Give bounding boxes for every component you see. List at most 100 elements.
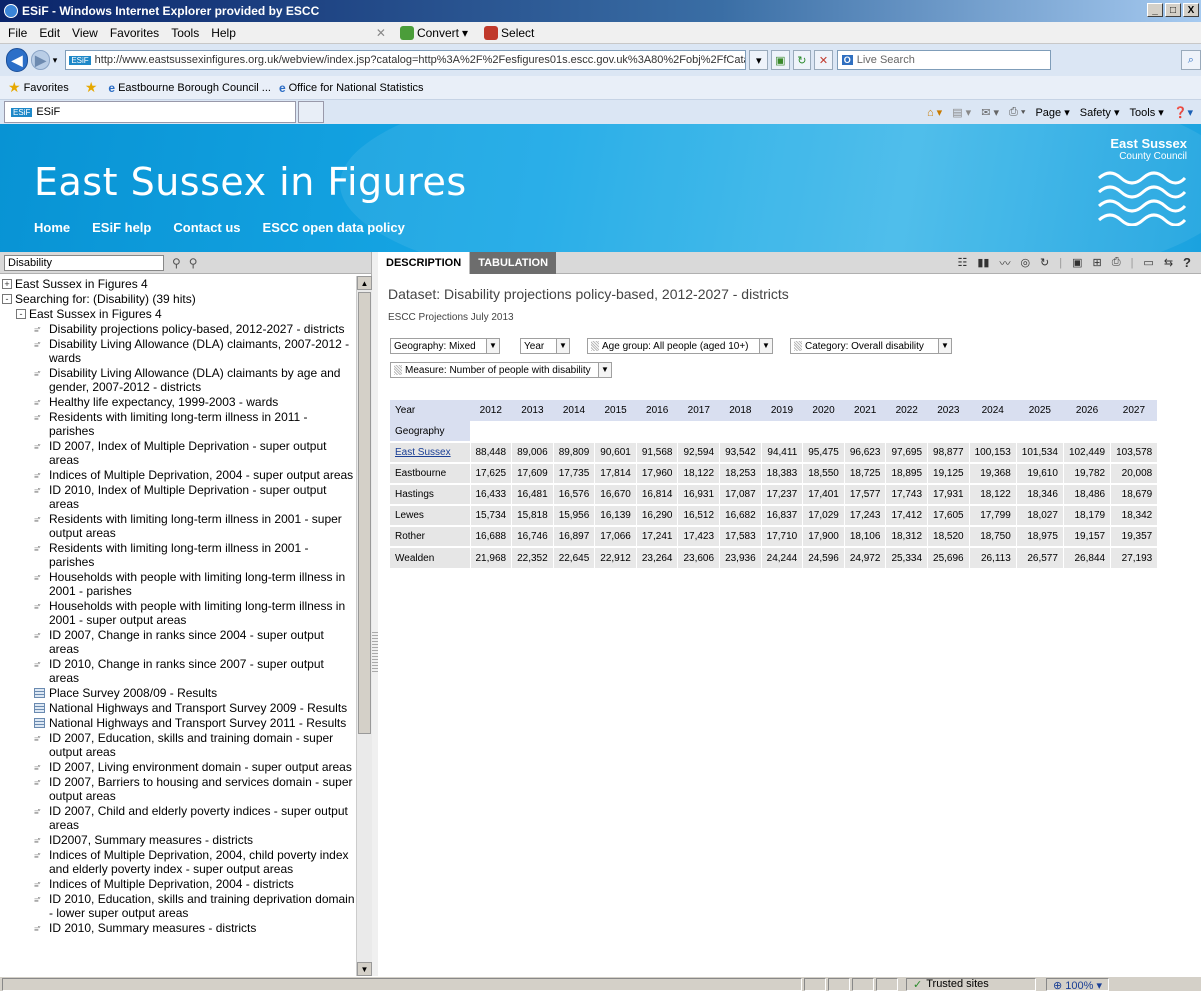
stop-icon[interactable]: ✕	[814, 50, 833, 70]
geography-link[interactable]: East Sussex	[395, 447, 451, 458]
dataset-item[interactable]: ≡″ ID 2007, Education, skills and trainin…	[2, 731, 356, 759]
refresh-view-icon[interactable]: ↻	[1040, 256, 1049, 269]
menu-view[interactable]: View	[72, 26, 98, 40]
search-go-icon[interactable]: ⌕	[1180, 50, 1201, 70]
line-chart-icon[interactable]: 〰	[999, 255, 1010, 271]
council-logo[interactable]: East Sussex County Council	[1037, 136, 1187, 226]
favorites-star-icon[interactable]: ★	[8, 79, 21, 96]
drag-handle-icon[interactable]	[394, 365, 402, 375]
security-zone[interactable]: ✓ Trusted sites	[906, 977, 1036, 991]
dataset-item[interactable]: ≡″ ID 2010, Education, skills and trainin…	[2, 892, 356, 920]
scroll-thumb[interactable]	[358, 292, 371, 734]
geography-dimension-label[interactable]: Geography	[390, 421, 470, 442]
mail-icon[interactable]: ✉ ▾	[981, 106, 999, 119]
browser-tab-current[interactable]: ESiF ESiF	[4, 101, 296, 123]
menu-tools[interactable]: Tools	[171, 26, 199, 40]
image-export-icon[interactable]: ▭	[1143, 256, 1153, 269]
nav-open-data-policy[interactable]: ESCC open data policy	[263, 220, 405, 235]
scroll-down-icon[interactable]: ▼	[357, 962, 372, 976]
dataset-item[interactable]: ≡″ ID 2007, Barriers to housing and servi…	[2, 775, 356, 803]
year-column-header[interactable]: 2016	[636, 400, 678, 421]
dataset-item[interactable]: ≡″ ID 2007, Change in ranks since 2004 - …	[2, 628, 356, 656]
tree-folder[interactable]: - East Sussex in Figures 4	[2, 307, 356, 321]
table-view-icon[interactable]: ☷	[957, 256, 967, 269]
year-dropdown[interactable]: Year ▼	[520, 338, 570, 354]
year-column-header[interactable]: 2013	[511, 400, 554, 421]
year-column-header[interactable]: 2025	[1016, 400, 1064, 421]
dataset-item[interactable]: ≡″ ID 2010, Change in ranks since 2007 - …	[2, 657, 356, 685]
map-icon[interactable]: ◎	[1020, 256, 1030, 269]
dataset-item[interactable]: National Highways and Transport Survey 2…	[2, 716, 356, 730]
export-icon[interactable]: ▣	[1072, 256, 1082, 269]
search-icon[interactable]: ⚲	[172, 256, 181, 270]
dataset-item[interactable]: ≡″ Disability Living Allowance (DLA) clai…	[2, 337, 356, 365]
favorites-button[interactable]: Favorites	[24, 82, 69, 94]
refresh-icon[interactable]: ↻	[792, 50, 812, 70]
tree-folder[interactable]: - Searching for: (Disability) (39 hits)	[2, 292, 356, 306]
safety-menu[interactable]: Safety ▾	[1080, 106, 1120, 119]
age-group-dropdown[interactable]: Age group: All people (aged 10+) ▼	[587, 338, 773, 354]
dataset-item[interactable]: ≡″ Households with people with limiting l…	[2, 599, 356, 627]
drag-handle-icon[interactable]	[591, 341, 599, 351]
year-column-header[interactable]: 2018	[719, 400, 762, 421]
back-button[interactable]: ◀	[6, 48, 29, 72]
compatibility-icon[interactable]: ▣	[771, 50, 790, 70]
home-icon[interactable]: ⌂ ▾	[927, 106, 942, 119]
dataset-item[interactable]: ≡″ ID 2007, Index of Multiple Deprivation…	[2, 439, 356, 467]
dataset-item[interactable]: ≡″ ID 2007, Child and elderly poverty ind…	[2, 804, 356, 832]
print-view-icon[interactable]: ⎙	[1112, 256, 1121, 269]
dataset-item[interactable]: ≡″ Disability Living Allowance (DLA) clai…	[2, 366, 356, 394]
menu-file[interactable]: File	[8, 26, 27, 40]
tree-folder[interactable]: + East Sussex in Figures 4	[2, 277, 356, 291]
year-column-header[interactable]: 2012	[470, 400, 512, 421]
drag-handle-icon[interactable]	[794, 341, 802, 351]
dataset-item[interactable]: ≡″ ID 2010, Index of Multiple Deprivation…	[2, 483, 356, 511]
nav-home[interactable]: Home	[34, 220, 70, 235]
expand-icon[interactable]: +	[2, 279, 12, 289]
scroll-up-icon[interactable]: ▲	[357, 276, 372, 290]
convert-button[interactable]: Convert ▾	[399, 25, 468, 40]
live-search-input[interactable]: O Live Search	[836, 50, 1051, 70]
year-column-header[interactable]: 2020	[802, 400, 845, 421]
forward-button[interactable]: ▶	[31, 50, 50, 70]
help-icon[interactable]: ❓▾	[1174, 106, 1193, 119]
tools-menu[interactable]: Tools ▾	[1130, 106, 1164, 119]
menu-help[interactable]: Help	[211, 26, 236, 40]
page-menu[interactable]: Page ▾	[1035, 106, 1069, 119]
tab-tabulation[interactable]: TABULATION	[470, 251, 557, 274]
year-column-header[interactable]: 2014	[553, 400, 595, 421]
new-tab-button[interactable]	[298, 101, 324, 123]
nav-contact-us[interactable]: Contact us	[173, 220, 240, 235]
weight-icon[interactable]: ⊞	[1093, 256, 1102, 269]
year-column-header[interactable]: 2021	[844, 400, 886, 421]
year-column-header[interactable]: 2026	[1063, 400, 1111, 421]
dataset-item[interactable]: ≡″ ID 2007, Living environment domain - s…	[2, 760, 356, 774]
dataset-item[interactable]: ≡″ Residents with limiting long-term illn…	[2, 410, 356, 438]
left-scrollbar[interactable]: ▲ ▼	[356, 276, 372, 976]
maximize-button[interactable]: □	[1165, 3, 1181, 17]
dataset-item[interactable]: ≡″ Residents with limiting long-term illn…	[2, 512, 356, 540]
bar-chart-icon[interactable]: ▮▮	[977, 256, 989, 269]
geography-dropdown[interactable]: Geography: Mixed ▼	[390, 338, 500, 354]
help-question-icon[interactable]: ?	[1183, 255, 1191, 270]
year-column-header[interactable]: 2019	[761, 400, 803, 421]
menu-edit[interactable]: Edit	[39, 26, 60, 40]
dataset-item[interactable]: ≡″ Residents with limiting long-term illn…	[2, 541, 356, 569]
select-button[interactable]: Select	[484, 25, 534, 40]
url-dropdown-button[interactable]: ▾	[749, 50, 769, 70]
collapse-icon[interactable]: -	[16, 309, 26, 319]
dataset-item[interactable]: ≡″ Households with people with limiting l…	[2, 570, 356, 598]
year-column-header[interactable]: 2022	[885, 400, 928, 421]
dataset-item[interactable]: ≡″ Indices of Multiple Deprivation, 2004,…	[2, 848, 356, 876]
history-dropdown-icon[interactable]: ▾	[53, 55, 58, 66]
tab-description[interactable]: DESCRIPTION	[378, 251, 471, 274]
fav-link-ons[interactable]: e Office for National Statistics	[279, 81, 424, 95]
category-dropdown[interactable]: Category: Overall disability ▼	[790, 338, 952, 354]
year-column-header[interactable]: 2023	[927, 400, 970, 421]
add-favorite-icon[interactable]: ★	[85, 79, 101, 96]
year-column-header[interactable]: 2015	[594, 400, 637, 421]
dataset-item[interactable]: ≡″ ID2007, Summary measures - districts	[2, 833, 356, 847]
year-column-header[interactable]: 2024	[969, 400, 1017, 421]
measure-dropdown[interactable]: Measure: Number of people with disabilit…	[390, 362, 612, 378]
advanced-search-icon[interactable]: ⚲	[189, 256, 198, 270]
